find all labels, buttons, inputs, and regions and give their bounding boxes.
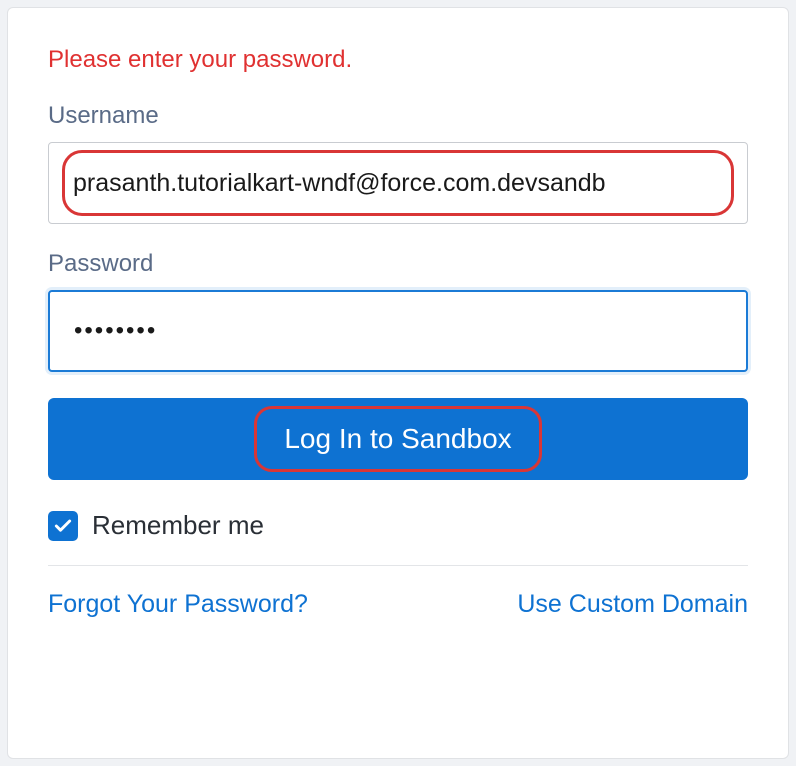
- login-button-wrap: Log In to Sandbox: [48, 398, 748, 480]
- forgot-password-link[interactable]: Forgot Your Password?: [48, 590, 308, 619]
- remember-me-row[interactable]: Remember me: [48, 504, 748, 566]
- remember-me-checkbox[interactable]: [48, 511, 78, 541]
- login-card: Please enter your password. Username Pas…: [7, 7, 789, 759]
- check-icon: [53, 516, 73, 536]
- username-label: Username: [48, 102, 748, 130]
- error-message: Please enter your password.: [48, 46, 748, 74]
- username-field-wrap: [48, 142, 748, 224]
- password-field-wrap: [48, 290, 748, 372]
- password-label: Password: [48, 250, 748, 278]
- password-input[interactable]: [48, 290, 748, 372]
- remember-me-label: Remember me: [92, 510, 264, 541]
- login-button[interactable]: Log In to Sandbox: [48, 398, 748, 480]
- username-input[interactable]: [48, 142, 748, 224]
- links-row: Forgot Your Password? Use Custom Domain: [48, 590, 748, 619]
- custom-domain-link[interactable]: Use Custom Domain: [517, 590, 748, 619]
